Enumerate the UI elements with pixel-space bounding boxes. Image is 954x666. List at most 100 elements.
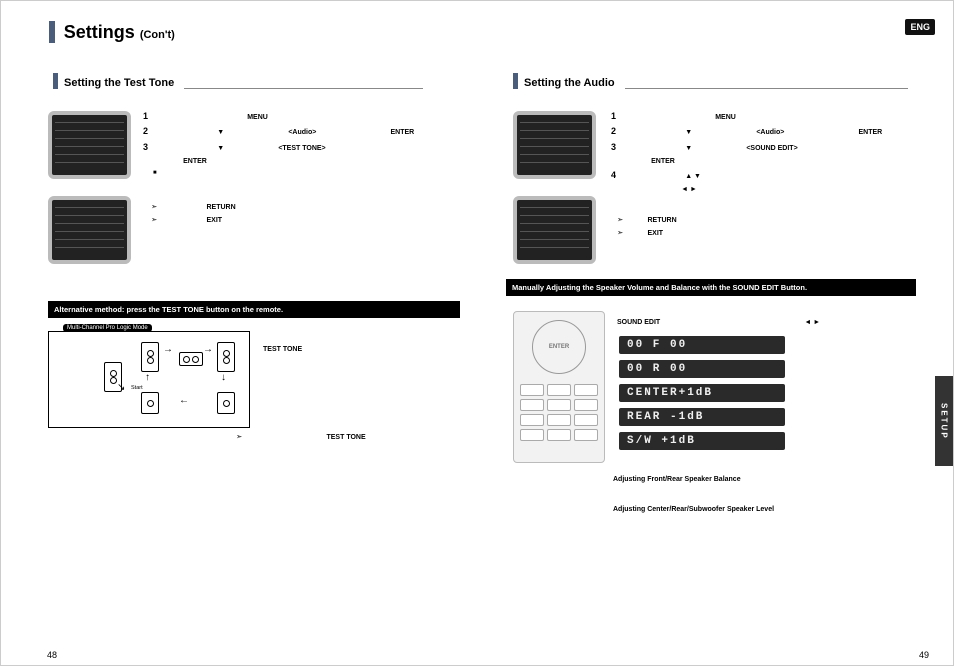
page-number-left: 48 [47,650,57,660]
left-step-1: 1 MENU [143,109,433,124]
keyword-audio: <Audio> [756,129,784,136]
right-step-1: 1 MENU [611,109,911,124]
keyword-enter: ENTER [859,129,883,136]
note-arrow-icon: ➣ [617,228,623,237]
down-triangle-icon: ▼ [685,145,692,152]
page-title-main: Settings [64,22,135,42]
center-speaker-icon [179,352,203,366]
section-accent-bar [53,73,58,89]
page-title: Settings (Con't) [64,22,175,43]
adjust-balance-heading: Adjusting Front/Rear Speaker Balance [613,476,741,483]
diagram-mode-label: Multi-Channel Pro Logic Mode [63,324,152,332]
tv-mock-right-1 [513,111,596,179]
lcd-front-balance: 00 F 00 [619,336,785,354]
tv-mock-right-2 [513,196,596,264]
lcd-display-stack: 00 F 00 00 R 00 CENTER+1dB REAR -1dB S/W… [619,336,785,450]
adjust-level-heading: Adjusting Center/Rear/Subwoofer Speaker … [613,506,774,513]
up-down-triangle-icon: ▲ ▼ [685,173,701,180]
diagram-arrow-icon: → [163,344,173,355]
keyword-exit: EXIT [206,217,222,224]
left-right-triangle-icon: ◄ ► [804,319,820,326]
page-title-sub: (Con't) [140,29,175,41]
diagram-start-label: Start [131,385,143,391]
diagram-arrow-icon: → [203,344,213,355]
front-right-speaker-icon [217,342,235,372]
left-step-3: 3 ▼ <TEST TONE> [143,140,433,155]
exit-note: ➣ EXIT [151,214,236,227]
remote-mock: ENTER [513,311,605,463]
left-bottom-note: ➣ TEST TONE [236,431,366,444]
sound-edit-line: SOUND EDIT ◄ ► [617,316,917,329]
keyword-menu: MENU [715,114,736,121]
keyword-test-tone: TEST TONE [326,434,365,441]
section-tab-setup: SETUP [935,376,953,466]
lcd-rear-level: REAR -1dB [619,408,785,426]
remote-button-grid [520,384,598,441]
left-right-triangle-icon: ◄ ► [681,186,697,193]
down-triangle-icon: ▼ [217,129,224,136]
keyword-enter: ENTER [183,158,207,165]
left-section-title: Setting the Test Tone [64,77,174,89]
right-section-title: Setting the Audio [524,77,615,89]
page-number-right: 49 [919,650,929,660]
header-accent-bar [49,21,55,43]
rear-right-speaker-icon [217,392,235,414]
keyword-sound-edit: <SOUND EDIT> [746,145,797,152]
keyword-test-tone: <TEST TONE> [278,145,325,152]
left-return-exit: ➣ RETURN ➣ EXIT [151,201,236,227]
left-step-3-square: ■ [143,168,433,178]
right-step-3-enter: ENTER [611,155,911,168]
lcd-center-level: CENTER+1dB [619,384,785,402]
right-return-exit: ➣ RETURN ➣ EXIT [617,214,677,240]
return-note: ➣ RETURN [617,214,677,227]
keyword-return: RETURN [206,204,235,211]
page-header: Settings (Con't) [49,21,175,43]
down-triangle-icon: ▼ [685,129,692,136]
diagram-right-label: TEST TONE [263,343,302,356]
note-arrow-icon: ➣ [151,215,157,224]
diagram-arrow-icon: ↘ [117,382,125,393]
keyword-menu: MENU [247,114,268,121]
down-triangle-icon: ▼ [217,145,224,152]
keyword-enter: ENTER [651,158,675,165]
right-section-header: Setting the Audio [513,73,908,89]
language-badge: ENG [905,19,935,35]
left-step-3-enter: ENTER [143,155,433,168]
remote-dpad-icon: ENTER [532,320,586,374]
right-steps: 1 MENU 2 ▼ <Audio> ENTER 3 ▼ <SOUND EDIT… [611,109,911,196]
left-steps: 1 MENU 2 ▼ <Audio> ENTER 3 ▼ <TEST TONE>… [143,109,433,178]
left-section-header: Setting the Test Tone [53,73,423,89]
right-step-4: 4 ▲ ▼ [611,168,911,183]
rear-left-speaker-icon [141,392,159,414]
keyword-test-tone: TEST TONE [263,346,302,353]
tv-mock-left-2 [48,196,131,264]
keyword-return: RETURN [647,217,676,224]
lcd-rear-balance: 00 R 00 [619,360,785,378]
stop-square-icon: ■ [153,170,157,176]
return-note: ➣ RETURN [151,201,236,214]
diagram-arrow-icon: ← [179,395,189,406]
keyword-enter: ENTER [391,129,415,136]
tv-mock-left-1 [48,111,131,179]
keyword-exit: EXIT [647,230,663,237]
exit-note: ➣ EXIT [617,227,677,240]
section-accent-bar [513,73,518,89]
right-step-4b: ◄ ► [611,183,911,196]
left-info-box: Alternative method: press the TEST TONE … [48,301,460,318]
right-step-2: 2 ▼ <Audio> ENTER [611,124,911,139]
front-left-speaker-icon [141,342,159,372]
note-arrow-icon: ➣ [617,215,623,224]
note-arrow-icon: ➣ [236,432,242,441]
keyword-sound-edit: SOUND EDIT [617,319,660,326]
diagram-arrow-icon: ↓ [221,372,226,383]
left-step-2: 2 ▼ <Audio> ENTER [143,124,433,139]
diagram-arrow-icon: ↑ [145,372,150,383]
note-arrow-icon: ➣ [151,202,157,211]
manual-spread: Settings (Con't) ENG SETUP Setting the T… [0,0,954,666]
lcd-subwoofer-level: S/W +1dB [619,432,785,450]
keyword-audio: <Audio> [288,129,316,136]
right-step-3: 3 ▼ <SOUND EDIT> [611,140,911,155]
right-info-box: Manually Adjusting the Speaker Volume an… [506,279,916,296]
section-divider [184,88,423,89]
section-divider [625,88,908,89]
